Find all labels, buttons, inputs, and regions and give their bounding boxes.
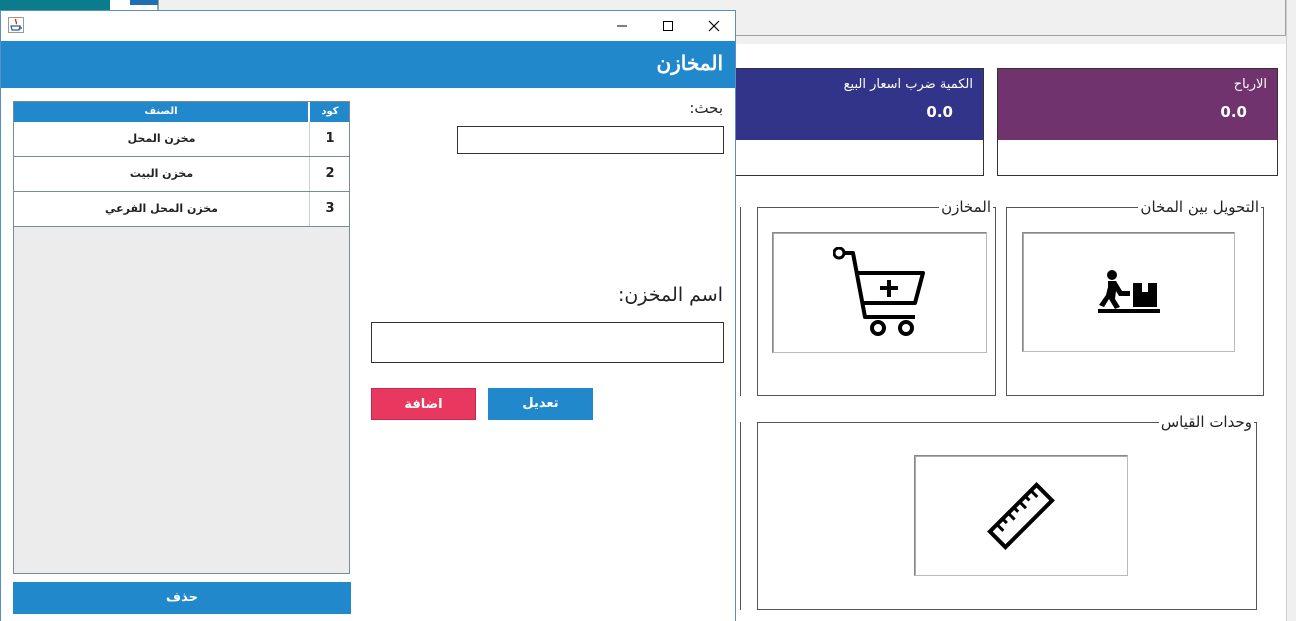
stores-group-label: المخازن	[939, 198, 993, 216]
edit-button[interactable]: تعديل	[488, 388, 593, 420]
transfer-group: التحويل بين المخان	[1006, 198, 1264, 396]
column-header-code[interactable]: كود	[309, 102, 350, 122]
stores-table[interactable]: الصنف كود مخزن المحل 1 مخزن البيت 2 مخزن…	[13, 101, 350, 574]
table-row[interactable]: مخزن المحل 1	[14, 122, 349, 157]
search-input[interactable]	[457, 126, 724, 154]
maximize-button[interactable]	[645, 11, 691, 41]
store-name-input[interactable]	[371, 322, 724, 363]
sales-value-card-title: الكمية ضرب اسعار البيع	[843, 77, 973, 92]
table-row[interactable]: مخزن المحل الفرعي 3	[14, 192, 349, 227]
transfer-button[interactable]	[1022, 232, 1235, 352]
units-group-label: وحدات القياس	[1158, 413, 1254, 431]
profit-card-title: الارباح	[1233, 77, 1267, 92]
add-button[interactable]: اضافة	[371, 388, 476, 420]
column-header-name[interactable]: الصنف	[14, 102, 309, 122]
dialog-header-title: المخازن	[656, 51, 723, 75]
units-group: وحدات القياس	[757, 413, 1257, 610]
ruler-icon	[987, 481, 1055, 550]
minimize-icon	[617, 25, 627, 27]
units-button[interactable]	[914, 455, 1128, 576]
profit-card: الارباح 0.0	[997, 68, 1278, 176]
sales-value-card-value: 0.0	[926, 103, 953, 121]
dialog-header: المخازن	[1, 41, 735, 88]
dialog-titlebar[interactable]	[1, 11, 735, 41]
close-icon	[708, 20, 720, 32]
row-name-cell: مخزن البيت	[129, 167, 194, 180]
stores-button[interactable]	[772, 232, 987, 353]
stores-group: المخازن	[757, 198, 996, 396]
cart-add-icon	[832, 246, 925, 336]
sales-value-card-header: الكمية ضرب اسعار البيع 0.0	[734, 69, 983, 140]
row-code-cell: 1	[309, 122, 350, 156]
transfer-group-label: التحويل بين المخان	[1138, 198, 1261, 216]
minimize-button[interactable]	[599, 11, 645, 41]
close-button[interactable]	[691, 11, 737, 41]
store-name-label: اسم المخزن:	[617, 284, 723, 306]
java-cup-icon	[8, 17, 24, 33]
sales-value-card: الكمية ضرب اسعار البيع 0.0	[733, 68, 984, 176]
background-right-edge	[1286, 0, 1296, 621]
worker-pushing-box-icon	[1097, 270, 1160, 313]
profit-card-value: 0.0	[1220, 103, 1247, 121]
search-label: بحث:	[689, 99, 723, 117]
table-row[interactable]: مخزن البيت 2	[14, 157, 349, 192]
background-tab-teal[interactable]	[0, 0, 110, 10]
row-code-cell: 2	[309, 157, 350, 191]
background-tab-indicator	[130, 0, 158, 5]
table-header: الصنف كود	[14, 102, 349, 122]
row-name-cell: مخزن المحل	[127, 132, 196, 145]
maximize-icon	[663, 21, 673, 31]
stores-dialog: المخازن الصنف كود مخزن المحل 1 مخزن البي…	[0, 10, 736, 621]
row-code-cell: 3	[309, 192, 350, 226]
profit-card-header: الارباح 0.0	[998, 69, 1277, 140]
row-name-cell: مخزن المحل الفرعي	[105, 202, 218, 215]
delete-button[interactable]: حذف	[13, 582, 351, 614]
